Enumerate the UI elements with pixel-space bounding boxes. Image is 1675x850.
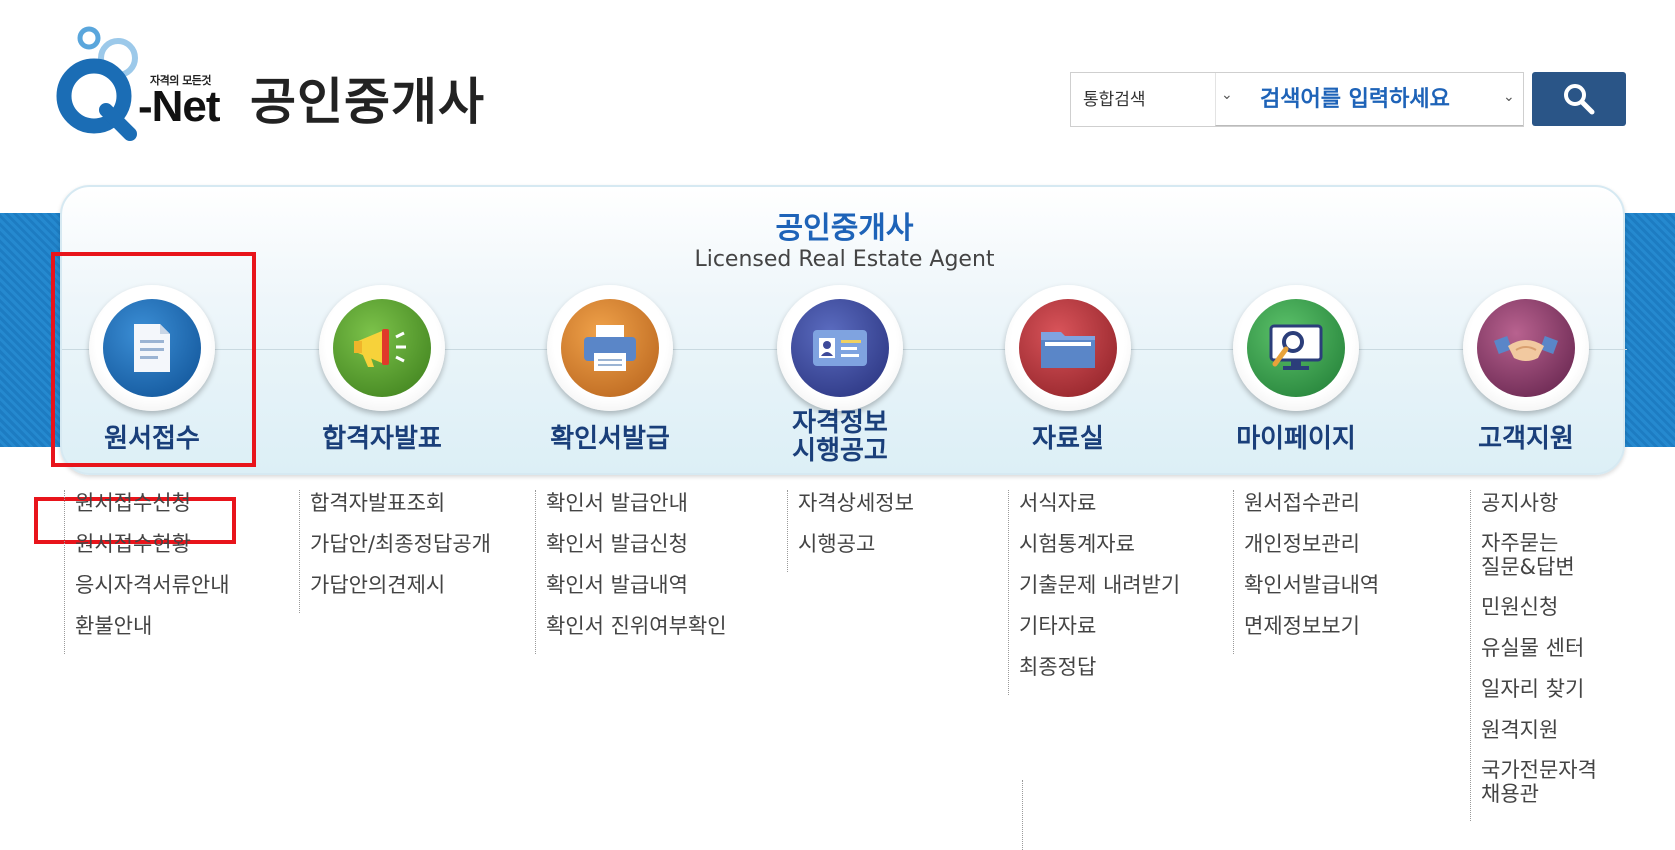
submenu-item-forms[interactable]: 서식자료	[1019, 490, 1180, 516]
submenu-item-personal-info[interactable]: 개인정보관리	[1244, 531, 1379, 557]
menu-label: 자격정보 시행공고	[750, 409, 930, 465]
submenu-item-status[interactable]: 원서접수현황	[75, 531, 230, 557]
submenu-qualification-info: 자격상세정보 시행공고	[787, 490, 914, 572]
menu-icon-ring	[1463, 285, 1589, 411]
qnet-logo[interactable]: 자격의 모든것 -Net	[56, 26, 236, 146]
submenu-item-cert-history[interactable]: 확인서발급내역	[1244, 572, 1379, 598]
monitor-search-icon	[1247, 299, 1345, 397]
submenu-item-complaint[interactable]: 민원신청	[1481, 594, 1650, 620]
panel-subtitle: Licensed Real Estate Agent	[694, 247, 995, 272]
menu-icon-ring	[547, 285, 673, 411]
submenu-item-other[interactable]: 기타자료	[1019, 613, 1180, 639]
submenu-item-final-answers[interactable]: 최종정답	[1019, 654, 1180, 680]
menu-icon-ring	[1005, 285, 1131, 411]
search-button[interactable]	[1532, 72, 1626, 126]
menu-label-line1: 자격정보	[792, 408, 888, 438]
menu-label: 마이페이지	[1236, 424, 1356, 454]
submenu-item-remote-support[interactable]: 원격지원	[1481, 717, 1650, 743]
submenu-certificate: 확인서 발급안내 확인서 발급신청 확인서 발급내역 확인서 진위여부확인	[535, 490, 727, 654]
submenu-customer-support: 공지사항 자주묻는 질문&답변 민원신청 유실물 센터 일자리 찾기 원격지원 …	[1470, 490, 1650, 821]
search-input[interactable]	[1215, 73, 1523, 126]
search-bar: 통합검색 ⌄ ⌄	[1070, 72, 1524, 127]
submenu-item-notice[interactable]: 공지사항	[1481, 490, 1650, 516]
printer-icon	[561, 299, 659, 397]
handshake-icon	[1477, 299, 1575, 397]
submenu-item-documents[interactable]: 응시자격서류안내	[75, 572, 230, 598]
panel-title: 공인중개사	[775, 211, 914, 246]
folder-icon	[1019, 299, 1117, 397]
submenu-item-lost-found[interactable]: 유실물 센터	[1481, 635, 1650, 661]
submenu-item-past-exams[interactable]: 기출문제 내려받기	[1019, 572, 1180, 598]
submenu-item-qual-detail[interactable]: 자격상세정보	[798, 490, 914, 516]
chevron-down-icon[interactable]: ⌄	[1503, 89, 1515, 105]
menu-resources[interactable]: 자료실	[978, 285, 1158, 453]
submenu-item-apply[interactable]: 원서접수신청	[75, 490, 230, 516]
menu-qualification-info[interactable]: 자격정보 시행공고	[750, 285, 930, 467]
submenu-item-cert-guide[interactable]: 확인서 발급안내	[546, 490, 727, 516]
menu-customer-support[interactable]: 고객지원	[1436, 285, 1616, 453]
menu-results[interactable]: 합격자발표	[292, 285, 472, 453]
submenu-application: 원서접수신청 원서접수현황 응시자격서류안내 환불안내	[64, 490, 230, 654]
menu-mypage[interactable]: 마이페이지	[1206, 285, 1386, 453]
submenu-results: 합격자발표조회 가답안/최종정답공개 가답안의견제시	[299, 490, 491, 613]
menu-label: 확인서발급	[550, 424, 670, 454]
logo-net-text: -Net	[138, 82, 221, 131]
site-title: 공인중개사	[250, 73, 485, 131]
submenu-item-exemption[interactable]: 면제정보보기	[1244, 613, 1379, 639]
submenu-item-cert-verify[interactable]: 확인서 진위여부확인	[546, 613, 727, 639]
id-card-icon	[791, 299, 889, 397]
menu-icon-ring	[319, 285, 445, 411]
submenu-item-cert-history[interactable]: 확인서 발급내역	[546, 572, 727, 598]
submenu-mypage: 원서접수관리 개인정보관리 확인서발급내역 면제정보보기	[1233, 490, 1379, 654]
menu-certificate[interactable]: 확인서발급	[520, 285, 700, 453]
submenu-item-exam-notice[interactable]: 시행공고	[798, 531, 914, 557]
menu-icon-ring	[1233, 285, 1359, 411]
menu-label-line2: 시행공고	[792, 436, 888, 466]
divider-line	[1022, 780, 1023, 850]
highlight-box-menu	[51, 252, 256, 467]
menu-label: 고객지원	[1478, 424, 1574, 454]
submenu-item-faq[interactable]: 자주묻는 질문&답변	[1481, 531, 1650, 579]
submenu-item-refund[interactable]: 환불안내	[75, 613, 230, 639]
submenu-item-cert-apply[interactable]: 확인서 발급신청	[546, 531, 727, 557]
menu-label: 합격자발표	[322, 424, 442, 454]
submenu-item-jobs[interactable]: 일자리 찾기	[1481, 676, 1650, 702]
submenu-resources: 서식자료 시험통계자료 기출문제 내려받기 기타자료 최종정답	[1008, 490, 1180, 695]
menu-label: 자료실	[1032, 424, 1104, 454]
menu-icon-ring	[777, 285, 903, 411]
submenu-item-application-mgmt[interactable]: 원서접수관리	[1244, 490, 1379, 516]
search-scope-select[interactable]: 통합검색	[1071, 73, 1215, 126]
megaphone-icon	[333, 299, 431, 397]
search-icon	[1564, 84, 1595, 115]
search-scope-label: 통합검색	[1083, 90, 1146, 110]
submenu-item-statistics[interactable]: 시험통계자료	[1019, 531, 1180, 557]
submenu-item-answers[interactable]: 가답안/최종정답공개	[310, 531, 491, 557]
submenu-item-recruitment[interactable]: 국가전문자격 채용관	[1481, 758, 1650, 806]
submenu-item-answer-objection[interactable]: 가답안의견제시	[310, 572, 491, 598]
submenu-item-results-lookup[interactable]: 합격자발표조회	[310, 490, 491, 516]
